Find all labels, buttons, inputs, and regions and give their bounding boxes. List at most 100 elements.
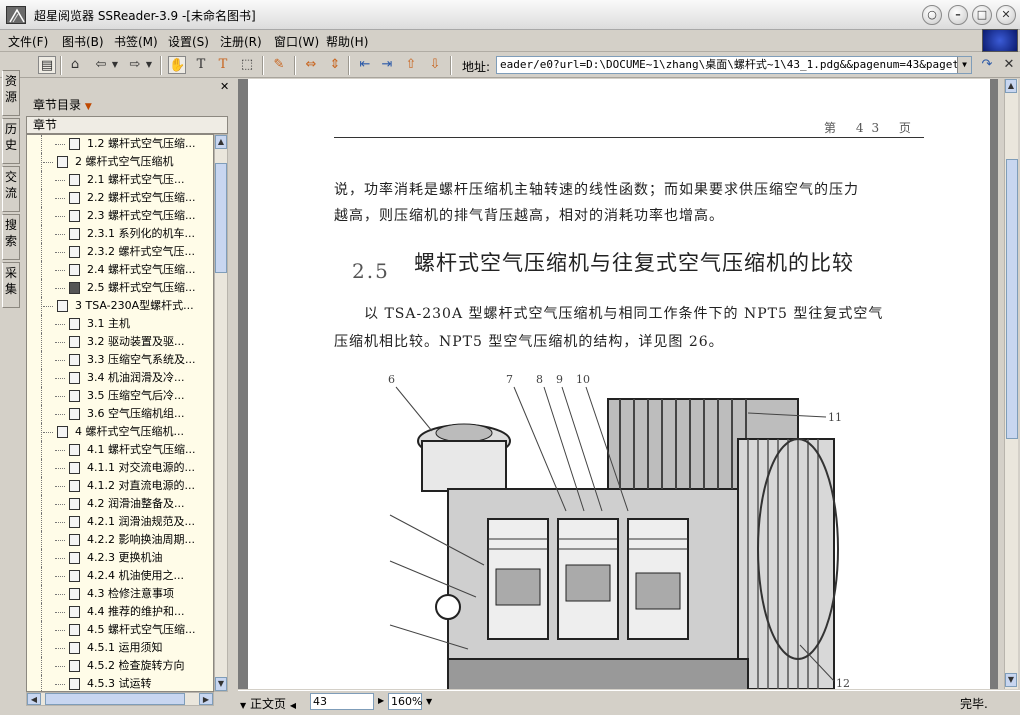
view-mode-dropdown[interactable]: ▼ 正文页 ◀ [240, 695, 296, 712]
scroll-up-icon[interactable]: ▲ [1005, 79, 1017, 93]
close-button[interactable]: ✕ [996, 5, 1016, 25]
page-vertical-scrollbar[interactable]: ▲ ▼ [1004, 79, 1018, 689]
tree-line [41, 585, 42, 603]
side-tab[interactable]: 交流 [2, 166, 20, 212]
go-icon[interactable]: ↷ [978, 56, 996, 74]
menu-register[interactable]: 注册(R) [220, 33, 262, 50]
sidebar-title[interactable]: 章节目录 ▼ [33, 96, 92, 113]
page-number-input[interactable]: 43 [310, 693, 374, 710]
page-scroll-thumb[interactable] [1006, 159, 1018, 439]
toc-item[interactable]: 4.2.3 更换机油 [27, 549, 213, 567]
tree-line [41, 189, 42, 207]
toc-hscroll-thumb[interactable] [45, 693, 185, 705]
tree-line [41, 603, 42, 621]
toc-item[interactable]: 4.1.2 对直流电源的... [27, 477, 213, 495]
toc-item[interactable]: 2.2 螺杆式空气压缩... [27, 189, 213, 207]
minimize-button[interactable]: – [948, 5, 968, 25]
toc-item[interactable]: 4.5.1 运用须知 [27, 639, 213, 657]
toc-item[interactable]: 2.3.2 螺杆式空气压... [27, 243, 213, 261]
toc-item[interactable]: 4.4 推荐的维护和... [27, 603, 213, 621]
next-page-icon[interactable]: ⇩ [426, 56, 444, 74]
toc-column-header[interactable]: 章节 [26, 116, 228, 134]
side-tab[interactable]: 资源 [2, 70, 20, 116]
toggle-sidebar-icon[interactable]: ▤ [38, 56, 56, 74]
page-icon [69, 228, 80, 240]
toc-item[interactable]: 4 螺杆式空气压缩机... [27, 423, 213, 441]
toc-item[interactable]: 3.1 主机 [27, 315, 213, 333]
toc-item[interactable]: 2 螺杆式空气压缩机 [27, 153, 213, 171]
sidebar-title-label: 章节目录 [33, 98, 82, 112]
toc-item[interactable]: 4.1 螺杆式空气压缩... [27, 441, 213, 459]
ocr-text-icon[interactable]: T [214, 56, 232, 74]
toc-item[interactable]: 4.2.2 影响换油周期... [27, 531, 213, 549]
last-page-icon[interactable]: ⇥ [378, 56, 396, 74]
zoom-input[interactable]: 160% [388, 693, 422, 710]
sidebar-close-icon[interactable]: ✕ [220, 80, 229, 93]
toc-scroll-thumb[interactable] [215, 163, 227, 273]
menu-help[interactable]: 帮助(H) [326, 33, 368, 50]
toc-item[interactable]: 3.2 驱动装置及驱... [27, 333, 213, 351]
text-select-icon[interactable]: T [192, 56, 210, 74]
first-page-icon[interactable]: ⇤ [356, 56, 374, 74]
address-dropdown-icon[interactable]: ▼ [957, 57, 971, 73]
fit-width-icon[interactable]: ⇔ [302, 56, 320, 74]
home-icon[interactable]: ⌂ [66, 56, 84, 74]
address-input[interactable]: eader/e0?url=D:\DOCUME~1\zhang\桌面\螺杆式~1\… [496, 56, 972, 74]
page-prev-arrow-icon[interactable]: ◀ [290, 701, 296, 710]
zoom-dropdown-icon[interactable]: ▼ [426, 697, 432, 706]
menu-bookmark[interactable]: 书签(M) [114, 33, 158, 50]
close-toolbar-icon[interactable]: ✕ [1000, 56, 1018, 74]
toc-item[interactable]: 2.3 螺杆式空气压缩... [27, 207, 213, 225]
toc-item[interactable]: 2.4 螺杆式空气压缩... [27, 261, 213, 279]
toc-horizontal-scrollbar[interactable]: ◀ ▶ [26, 692, 214, 706]
toc-item[interactable]: 4.3 检修注意事项 [27, 585, 213, 603]
menu-window[interactable]: 窗口(W) [274, 33, 319, 50]
toc-item[interactable]: 3.5 压缩空气后冷... [27, 387, 213, 405]
side-tab[interactable]: 搜索 [2, 214, 20, 260]
scroll-left-icon[interactable]: ◀ [27, 693, 41, 705]
toc-item[interactable]: 4.1.1 对交流电源的... [27, 459, 213, 477]
toc-item[interactable]: 4.2 润滑油整备及... [27, 495, 213, 513]
side-tab[interactable]: 历史 [2, 118, 20, 164]
menu-settings[interactable]: 设置(S) [168, 33, 209, 50]
highlighter-icon[interactable]: ✎ [270, 56, 288, 74]
toc-item-label: 4.5 螺杆式空气压缩... [87, 623, 196, 636]
hand-tool-icon[interactable]: ✋ [168, 56, 186, 74]
tree-line [41, 567, 42, 585]
toc-item[interactable]: 4.5.2 检查旋转方向 [27, 657, 213, 675]
scroll-right-icon[interactable]: ▶ [199, 693, 213, 705]
scroll-down-icon[interactable]: ▼ [1005, 673, 1017, 687]
help-circle-button[interactable]: ○ [922, 5, 942, 25]
toc-item[interactable]: 4.5 螺杆式空气压缩... [27, 621, 213, 639]
region-select-icon[interactable]: ⬚ [238, 56, 256, 74]
page-icon [69, 660, 80, 672]
fit-height-icon[interactable]: ⇕ [326, 56, 344, 74]
toc-item[interactable]: 1.2 螺杆式空气压缩... [27, 135, 213, 153]
scroll-up-icon[interactable]: ▲ [215, 135, 227, 149]
side-tab[interactable]: 采集 [2, 262, 20, 308]
toc-item[interactable]: 3.6 空气压缩机组... [27, 405, 213, 423]
toc-item[interactable]: 4.2.1 润滑油规范及... [27, 513, 213, 531]
tree-branch [55, 414, 65, 415]
toc-item[interactable]: 4.5.3 试运转 [27, 675, 213, 691]
toc-item[interactable]: 3.3 压缩空气系统及... [27, 351, 213, 369]
back-icon[interactable]: ⇦ [92, 56, 110, 74]
toc-item[interactable]: 2.1 螺杆式空气压... [27, 171, 213, 189]
forward-dropdown-icon[interactable]: ▼ [144, 56, 154, 74]
toc-item-label: 3.4 机油润滑及冷... [87, 371, 185, 384]
toc-item[interactable]: 3.4 机油润滑及冷... [27, 369, 213, 387]
menu-book[interactable]: 图书(B) [62, 33, 104, 50]
toc-item[interactable]: 3 TSA-230A型螺杆式... [27, 297, 213, 315]
toc-vertical-scrollbar[interactable]: ▲ ▼ [214, 134, 228, 692]
scroll-down-icon[interactable]: ▼ [215, 677, 227, 691]
menu-file[interactable]: 文件(F) [8, 33, 48, 50]
toc-item[interactable]: 4.2.4 机油使用之... [27, 567, 213, 585]
maximize-button[interactable]: □ [972, 5, 992, 25]
toc-item[interactable]: 2.5 螺杆式空气压缩... [27, 279, 213, 297]
page-next-arrow-icon[interactable]: ▶ [378, 696, 384, 705]
tree-branch [55, 324, 65, 325]
forward-icon[interactable]: ⇨ [126, 56, 144, 74]
previous-page-icon[interactable]: ⇧ [402, 56, 420, 74]
back-dropdown-icon[interactable]: ▼ [110, 56, 120, 74]
toc-item[interactable]: 2.3.1 系列化的机车... [27, 225, 213, 243]
